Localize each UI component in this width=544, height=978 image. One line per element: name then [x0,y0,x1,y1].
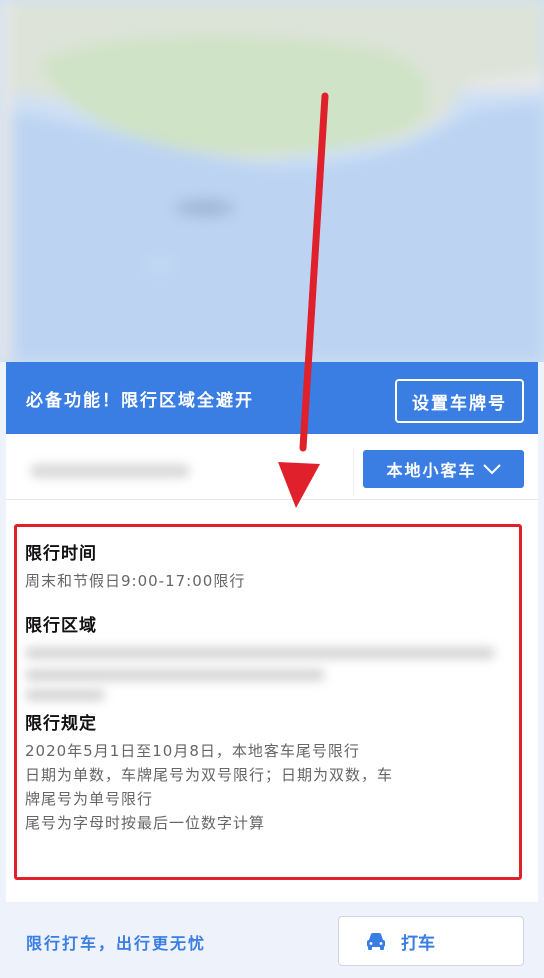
city-selector-row: 本地小客车 [6,434,538,500]
chevron-down-icon [482,464,501,475]
promo-banner: 必备功能！限行区域全避开 设置车牌号 [6,362,538,434]
taxi-footer: 限行打车，出行更无忧 打车 [6,902,538,978]
taxi-button[interactable]: 打车 [338,916,524,966]
car-icon [367,933,385,950]
set-plate-button[interactable]: 设置车牌号 [395,379,524,423]
restriction-panel: 必备功能！限行区域全避开 设置车牌号 本地小客车 限行时间 周末和节假日9:00… [6,362,538,978]
vehicle-type-dropdown[interactable]: 本地小客车 [363,450,524,488]
map-view[interactable] [0,0,544,362]
rule-line: 2020年5月1日至10月8日，本地客车尾号限行 [25,742,360,760]
map-tiles [0,0,544,362]
rule-line: 牌尾号为单号限行 [25,790,154,808]
app-screen: 必备功能！限行区域全避开 设置车牌号 本地小客车 限行时间 周末和节假日9:00… [0,0,544,978]
vehicle-type-label: 本地小客车 [386,461,477,480]
area-value-blurred [25,639,505,703]
taxi-label: 打车 [401,933,435,953]
city-name-blurred[interactable] [10,448,354,496]
time-value: 周末和节假日9:00-17:00限行 [25,572,246,590]
area-title: 限行区域 [25,616,97,636]
restriction-info-box: 限行时间 周末和节假日9:00-17:00限行 限行区域 限行规定 2020年5… [14,524,522,880]
rule-line: 日期为单数，车牌尾号为双号限行；日期为双数，车 [25,766,394,784]
rule-title: 限行规定 [25,714,97,734]
banner-text: 必备功能！限行区域全避开 [26,391,254,411]
footer-slogan: 限行打车，出行更无忧 [26,934,207,953]
blurred-text [30,464,190,478]
rule-line: 尾号为字母时按最后一位数字计算 [25,814,266,832]
time-title: 限行时间 [25,544,97,564]
